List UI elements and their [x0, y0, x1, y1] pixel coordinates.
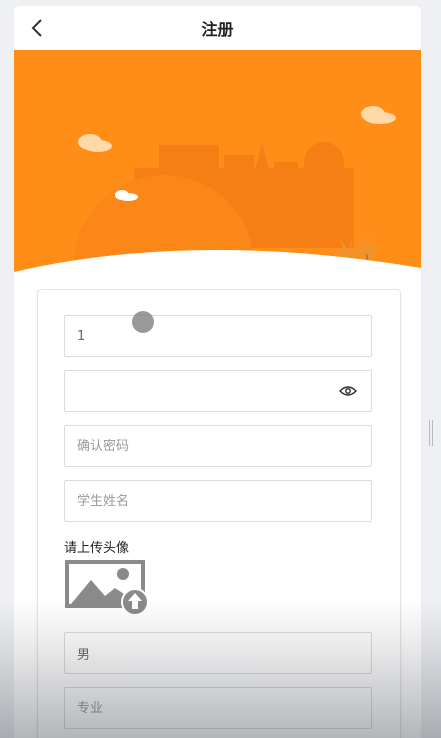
back-button[interactable]	[24, 15, 50, 41]
scroll-handle[interactable]	[429, 420, 433, 446]
confirm-password-input[interactable]	[77, 438, 359, 454]
account-field[interactable]	[64, 315, 372, 357]
avatar-upload-button[interactable]	[65, 560, 153, 616]
register-form: 请上传头像	[37, 289, 401, 738]
touch-indicator	[132, 311, 154, 333]
toggle-password-visibility[interactable]	[337, 380, 359, 402]
gender-field[interactable]	[64, 632, 372, 674]
gender-input[interactable]	[77, 645, 359, 661]
student-name-field[interactable]	[64, 480, 372, 522]
nav-bar: 注册	[14, 6, 421, 50]
page-title: 注册	[201, 20, 234, 39]
eye-icon	[339, 386, 357, 396]
confirm-password-field[interactable]	[64, 425, 372, 467]
password-input[interactable]	[77, 383, 337, 399]
image-upload-icon	[65, 560, 149, 616]
student-name-input[interactable]	[77, 493, 359, 509]
major-field[interactable]	[64, 687, 372, 729]
header-banner	[14, 50, 421, 355]
chevron-left-icon	[31, 19, 42, 37]
phone-screen: 注册 1 学生姓名 请上传头像 男 专业	[14, 6, 421, 738]
avatar-label: 请上传头像	[64, 541, 130, 556]
account-input[interactable]	[77, 328, 359, 344]
password-field[interactable]	[64, 370, 372, 412]
city-illustration	[14, 50, 421, 355]
major-input[interactable]	[77, 700, 359, 716]
